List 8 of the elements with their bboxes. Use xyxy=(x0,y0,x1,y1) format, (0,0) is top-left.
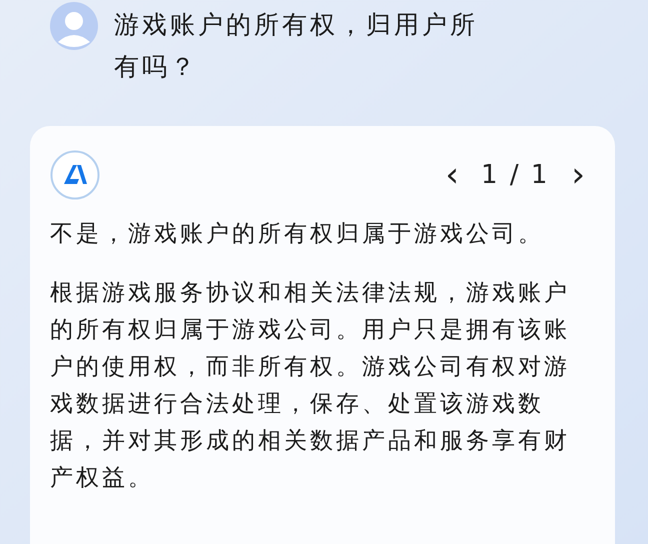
previous-button[interactable]: ‹ xyxy=(445,158,460,192)
assistant-logo-icon xyxy=(50,150,100,200)
answer-paragraph: 根据游戏服务协议和相关法律法规，游戏账户的所有权归属于游戏公司。用户只是拥有该账户的使用权，而非所有权。游戏公司有权对游戏数据进行合法处理，保存、处置该游戏数据，并对其形成的相关数据产品和服务享有财产权益。 xyxy=(50,279,571,493)
answer-paragraph: 不是，游戏账户的所有权归属于游戏公司。 xyxy=(50,220,545,249)
question-text: 游戏账户的所有权，归用户所有吗？ xyxy=(114,9,479,83)
page-indicator: 1 / 1 xyxy=(481,158,550,192)
user-avatar-icon xyxy=(50,2,98,50)
next-button[interactable]: › xyxy=(571,158,585,192)
